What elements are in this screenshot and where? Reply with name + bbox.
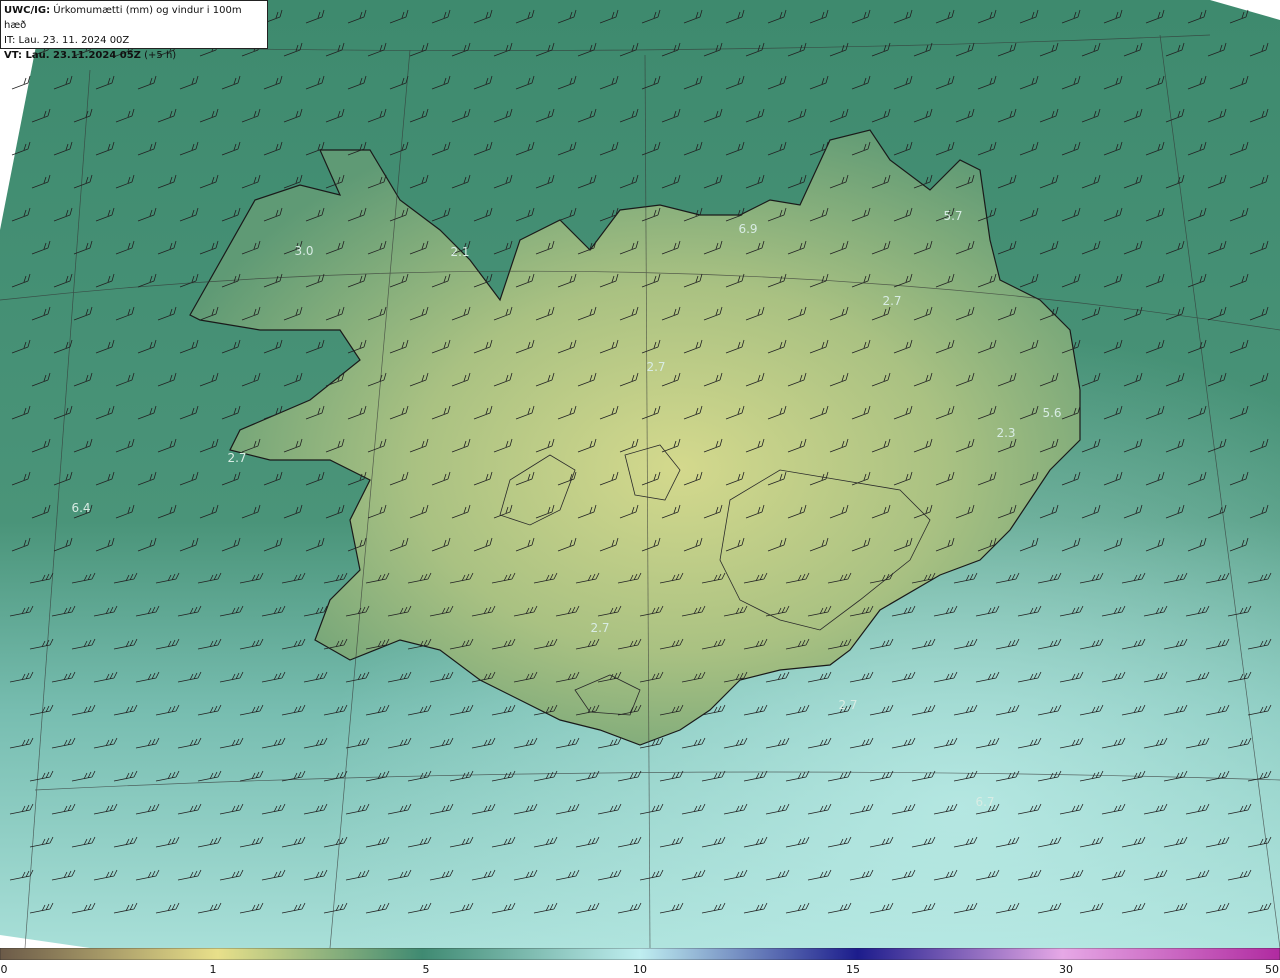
colorbar-tick: 0 xyxy=(0,963,8,976)
colorbar-tick: 30 xyxy=(1059,963,1073,976)
value-label: 6.7 xyxy=(975,795,995,809)
model-code: UWC/IG: xyxy=(4,5,51,16)
value-label: 2.1 xyxy=(450,245,470,259)
value-label: 6.9 xyxy=(738,222,758,236)
value-label: 2.3 xyxy=(996,426,1016,440)
value-label: 6.4 xyxy=(71,501,91,515)
value-label: 2.7 xyxy=(227,451,247,465)
initial-time: IT: Lau. 23. 11. 2024 00Z xyxy=(4,35,130,46)
value-label: 5.7 xyxy=(943,209,963,223)
map-header: UWC/IG: Úrkomumætti (mm) og vindur i 100… xyxy=(0,0,268,61)
value-label: 2.7 xyxy=(882,294,902,308)
colorbar-tick: 5 xyxy=(422,963,430,976)
map-view[interactable]: UWC/IG: Úrkomumætti (mm) og vindur i 100… xyxy=(0,0,1280,948)
value-label: 2.7 xyxy=(646,360,666,374)
value-label: 2.7 xyxy=(590,621,610,635)
valid-time: VT: Lau. 23.11.2024 05Z xyxy=(4,50,141,61)
colorbar-ticks: 0 1 5 10 15 30 50 xyxy=(0,960,1280,978)
colorbar-tick: 1 xyxy=(209,963,217,976)
value-label: 5.6 xyxy=(1042,406,1062,420)
forecast-offset: (+5 h) xyxy=(144,50,177,61)
precip-colorbar xyxy=(0,948,1280,960)
precip-wind-map xyxy=(0,0,1280,948)
colorbar-tick: 10 xyxy=(633,963,647,976)
value-label: 2.7 xyxy=(838,698,858,712)
colorbar-tick: 15 xyxy=(846,963,860,976)
colorbar-tick: 50 xyxy=(1265,963,1279,976)
value-label: 3.0 xyxy=(294,244,314,258)
